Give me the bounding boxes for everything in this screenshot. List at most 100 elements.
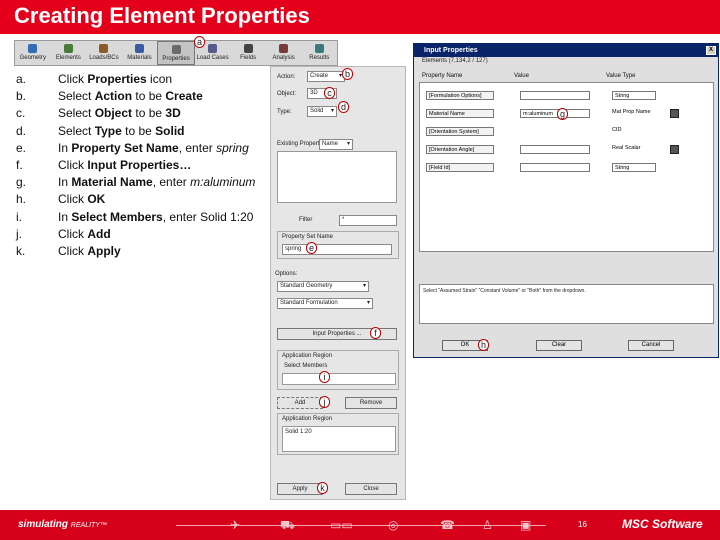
cancel-button[interactable]: Cancel	[628, 340, 674, 351]
callout-i: i	[319, 371, 330, 383]
toolbar-item-label: Properties	[162, 56, 190, 62]
close-button[interactable]: Close	[345, 483, 397, 495]
callout-k: k	[317, 482, 328, 494]
action-combo[interactable]: Create ▾	[307, 71, 345, 82]
callout-a: a	[194, 36, 206, 48]
property-row-value-input[interactable]: m:aluminum	[520, 109, 590, 118]
input-properties-dialog: Input Properties X Elements (7,134,2 / 1…	[413, 43, 719, 358]
step-item: k. Click Apply	[16, 243, 255, 260]
callout-e: e	[306, 242, 318, 254]
step-text: Select Members	[71, 209, 163, 224]
geometry-icon	[28, 44, 38, 53]
existing-sets-combo[interactable]: Name ▾	[319, 139, 353, 150]
step-text: Apply	[87, 243, 121, 258]
step-text: Properties	[87, 72, 147, 86]
step-text: Type	[94, 123, 122, 138]
step-text: Click	[58, 192, 88, 207]
object-label: Object:	[277, 91, 297, 97]
clear-button[interactable]: Clear	[536, 340, 582, 351]
callout-h: h	[478, 339, 490, 351]
toolbar-item-label: Analysis	[272, 55, 295, 61]
property-set-name-input[interactable]: spring	[282, 244, 392, 255]
property-row-type: Mat Prop Name	[612, 109, 651, 115]
step-letter: e.	[16, 140, 27, 155]
step-item: c. Select Object to be 3D	[16, 105, 255, 122]
property-row-type[interactable]: String	[612, 163, 656, 172]
remove-button[interactable]: Remove	[345, 397, 397, 409]
toolbar-item-materials[interactable]: Materials	[122, 41, 158, 65]
select-material-icon[interactable]	[670, 145, 679, 154]
step-text: , enter Solid 1:20	[162, 209, 254, 224]
toolbar-item-elements[interactable]: Elements	[51, 41, 87, 65]
footer-logo: MSC Software	[622, 517, 703, 531]
property-row-type: Real Scalar	[612, 145, 641, 151]
results-icon	[314, 44, 324, 53]
object-value: 3D	[310, 90, 318, 96]
dialog-message: Select "Assumed Strain" "Constant Volume…	[419, 284, 714, 324]
callout-d: d	[338, 101, 350, 113]
step-text: Property Set Name	[71, 140, 179, 155]
step-text: to be	[132, 89, 166, 104]
slide-title: Creating Element Properties	[14, 3, 310, 28]
property-row-type[interactable]: String	[612, 91, 656, 100]
option-formulation-value: Standard Formulation	[280, 300, 338, 306]
application-region-value: Solid 1:20	[285, 429, 312, 435]
analysis-icon	[279, 44, 289, 53]
toolbar-item-results[interactable]: Results	[302, 41, 338, 65]
step-text: Click	[58, 157, 88, 172]
step-text: , enter	[178, 140, 217, 155]
step-letter: c.	[16, 106, 26, 121]
materials-icon	[134, 44, 144, 53]
step-text: m:aluminum	[190, 175, 256, 190]
property-row-value-input[interactable]	[520, 145, 590, 154]
select-members-label: Select Members	[284, 363, 328, 369]
step-letter: a.	[16, 72, 27, 86]
step-text: Click	[58, 243, 88, 258]
person-icon: ♙	[482, 518, 493, 532]
toolbar-item-fields[interactable]: Fields	[230, 41, 266, 65]
toolbar-item-analysis[interactable]: Analysis	[266, 41, 302, 65]
existing-sets-list[interactable]	[277, 151, 397, 203]
select-material-icon[interactable]	[670, 109, 679, 118]
step-letter: f.	[16, 157, 23, 172]
step-text: Select	[58, 106, 95, 121]
step-text: , enter	[152, 175, 191, 190]
train-icon: ▭▭	[330, 518, 353, 532]
application-region-list-group: Application Region Solid 1:20	[277, 413, 399, 455]
property-row-name: [Field Id]	[426, 163, 494, 172]
toolbar-item-loads-bcs[interactable]: Loads/BCs	[86, 41, 122, 65]
callout-b: b	[342, 68, 354, 80]
action-label: Action:	[277, 74, 296, 80]
step-text: Select	[58, 123, 95, 138]
properties-table: [Formulation Options] String Material Name…	[419, 82, 714, 252]
property-row-type: CID	[612, 127, 622, 133]
step-letter: g.	[16, 175, 27, 190]
option-formulation-combo[interactable]: Standard Formulation ▾	[277, 298, 373, 309]
slide-title-bar: Creating Element Properties	[0, 0, 720, 34]
step-letter: d.	[16, 123, 27, 138]
filter-value: *	[342, 217, 345, 223]
step-text: Input Properties…	[87, 157, 192, 172]
type-combo[interactable]: Solid ▾	[307, 106, 337, 117]
application-region-list[interactable]: Solid 1:20	[282, 426, 396, 452]
dialog-close-button[interactable]: X	[706, 46, 716, 55]
step-letter: k.	[16, 243, 26, 258]
action-value: Create	[310, 73, 329, 79]
phone-icon: ☎	[440, 518, 455, 532]
filter-input[interactable]: *	[339, 215, 397, 226]
column-header-value: Value	[514, 73, 529, 79]
property-row-name: [Orientation System]	[426, 127, 494, 136]
step-text: to be	[132, 106, 166, 121]
dialog-title: Input Properties	[424, 47, 478, 54]
footer-brand-simulating: simulating	[18, 519, 69, 530]
property-row-value-input[interactable]	[520, 163, 590, 172]
add-button[interactable]: Add	[277, 397, 323, 409]
toolbar-item-properties[interactable]: Properties	[157, 41, 195, 65]
option-geometry-combo[interactable]: Standard Geometry ▾	[277, 281, 369, 292]
toolbar-item-geometry[interactable]: Geometry	[15, 41, 51, 65]
step-text: Create	[165, 89, 203, 104]
select-members-input[interactable]	[282, 373, 396, 385]
chevron-down-icon: ▾	[346, 141, 350, 147]
property-row-value-input[interactable]	[520, 91, 590, 100]
column-header-value-type: Value Type	[606, 73, 636, 79]
